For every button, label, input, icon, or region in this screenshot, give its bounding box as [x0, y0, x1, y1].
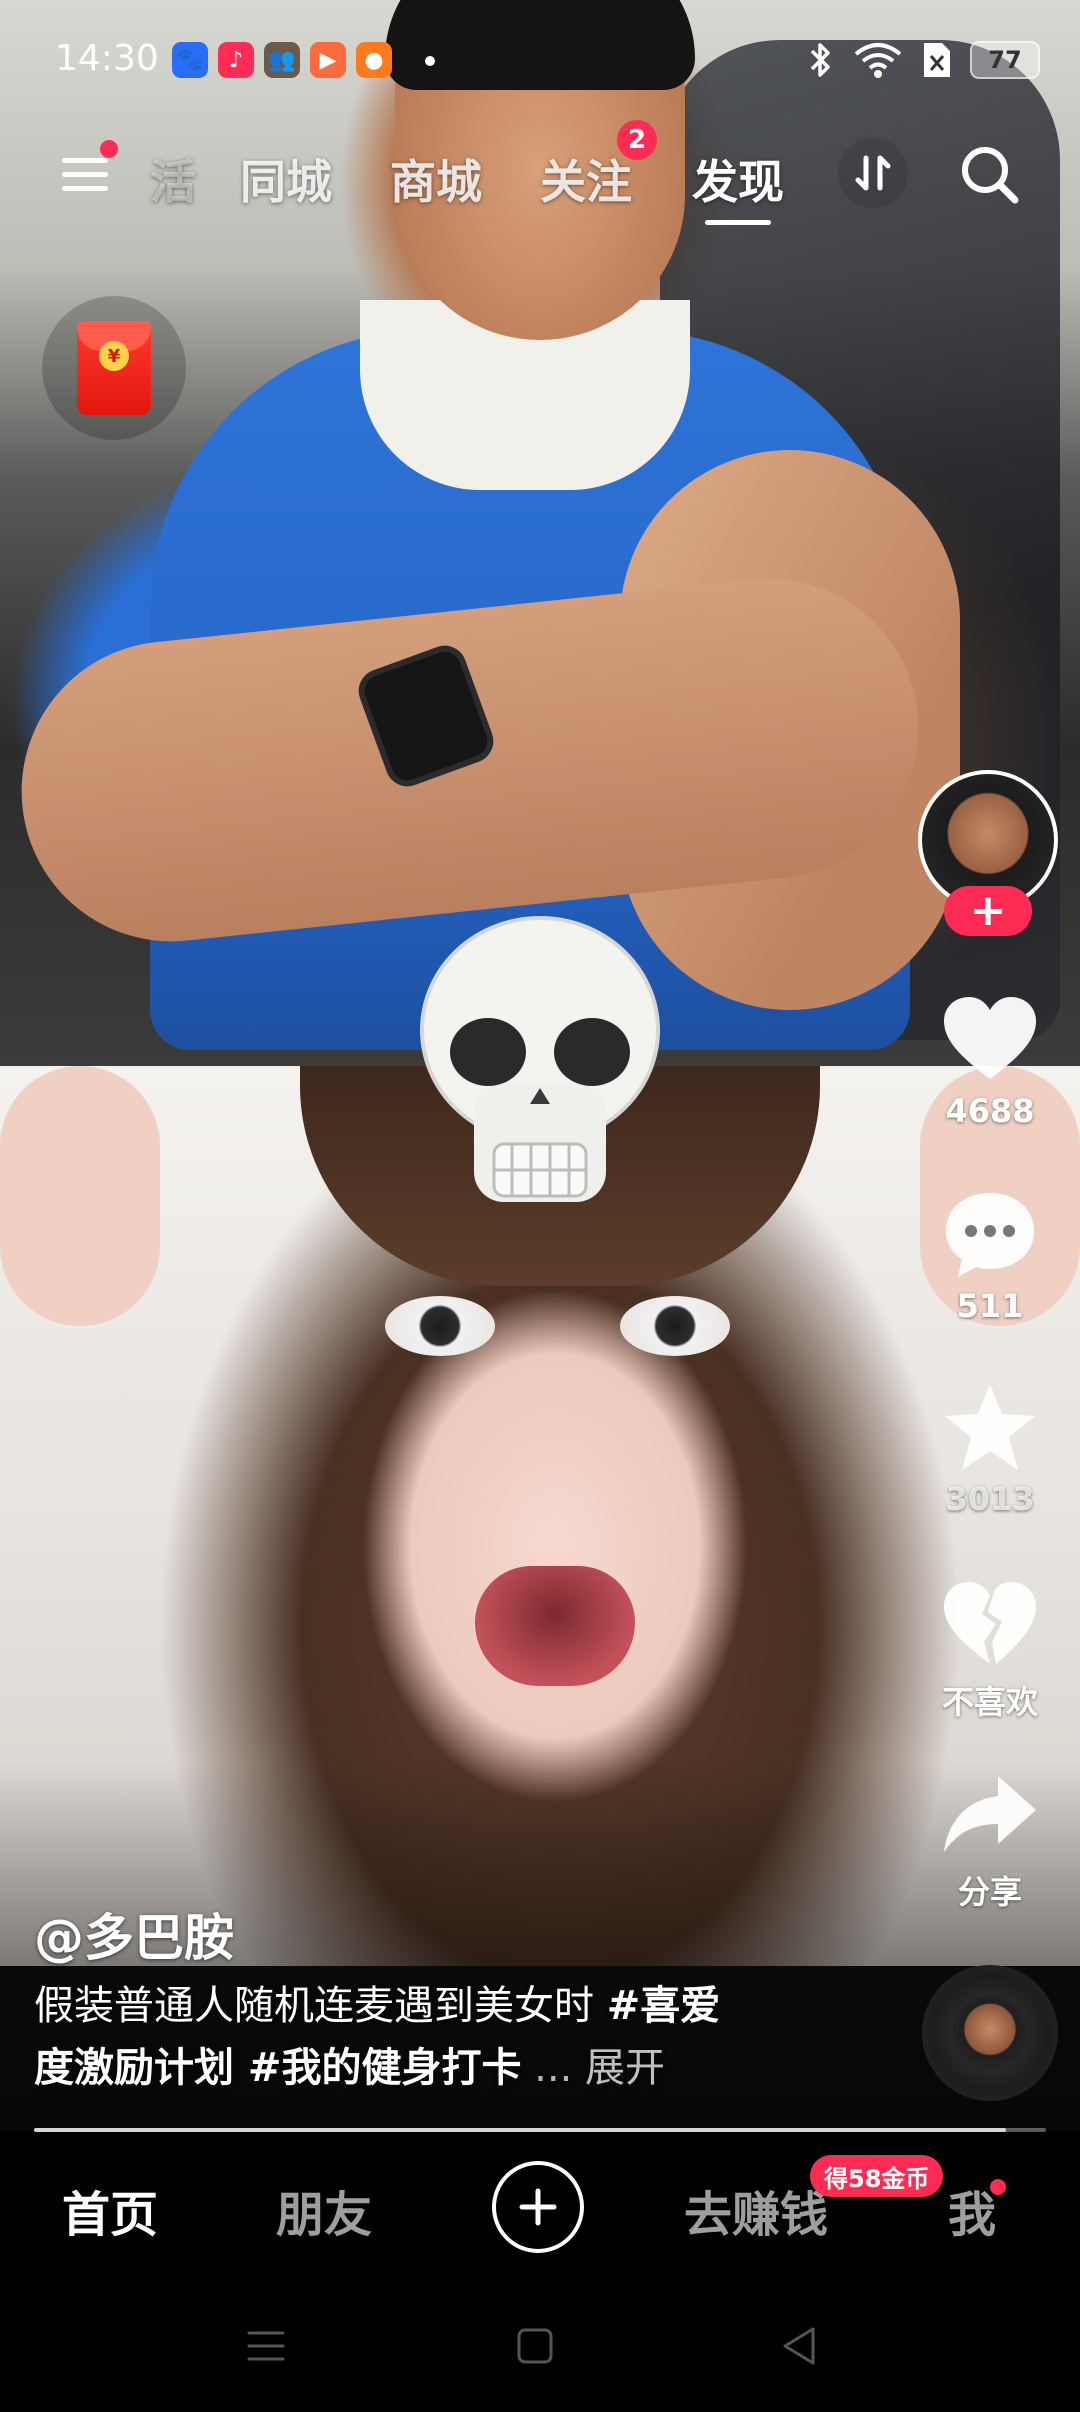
status-time: 14:30	[55, 38, 159, 79]
dislike-label: 不喜欢	[941, 1683, 1038, 1721]
video-progress-bar[interactable]	[34, 2128, 1046, 2132]
comment-bubble-icon	[946, 1193, 1034, 1277]
like-count: 4688	[945, 1092, 1035, 1130]
toutiao-app-icon: ▶	[310, 42, 346, 78]
bluetooth-icon	[810, 43, 830, 77]
me-notification-dot	[990, 2179, 1006, 2195]
skull-emoji-icon	[420, 916, 660, 1202]
caption-text: 假装普通人随机连麦遇到美女时	[34, 1983, 607, 2029]
heart-icon	[944, 997, 1036, 1079]
sort-arrows-icon	[855, 155, 891, 191]
star-icon	[945, 1384, 1035, 1470]
nav-home[interactable]: 首页	[62, 2175, 158, 2245]
like-action[interactable]: 4688	[920, 990, 1060, 1130]
more-notifications-dot	[425, 56, 435, 66]
kuaishou-app-icon: ●	[356, 42, 392, 78]
status-bar: 14:30 🐾 ♪ 👥 ▶ ● 77	[0, 0, 1080, 120]
tab-discover[interactable]: 发现	[692, 146, 784, 212]
tab-partial[interactable]: 活	[150, 146, 196, 212]
bottom-nav: 首页 朋友 去赚钱 得58金币 我	[0, 2133, 1080, 2283]
battery-indicator: 77	[970, 41, 1040, 79]
menu-notification-dot	[100, 140, 118, 158]
video-progress-fill	[34, 2128, 1006, 2132]
wifi-icon	[854, 43, 902, 78]
coin-reward-badge: 得58金币	[810, 2155, 944, 2197]
dislike-action[interactable]: 不喜欢	[920, 1575, 1060, 1723]
comment-action[interactable]: 511	[920, 1185, 1060, 1325]
follow-button[interactable]: +	[944, 886, 1032, 936]
share-arrow-icon	[944, 1776, 1036, 1852]
search-button[interactable]	[955, 140, 1025, 210]
author-name[interactable]: @多巴胺	[34, 1898, 234, 1970]
status-indicators: 77	[808, 40, 1040, 80]
left-hand	[0, 1066, 160, 1326]
left-eye	[385, 1296, 495, 1356]
comment-count: 511	[956, 1287, 1024, 1325]
home-square-icon[interactable]	[510, 2321, 560, 2371]
game-app-icon: 👥	[264, 42, 300, 78]
app-screen: 14:30 🐾 ♪ 👥 ▶ ● 77 活 同城 商城 关注 2 发现 ¥ + 4…	[0, 0, 1080, 2412]
sort-toggle-button[interactable]	[838, 138, 908, 208]
top-nav: 活 同城 商城 关注 2 发现	[0, 120, 1080, 230]
nav-me[interactable]: 我	[948, 2175, 996, 2245]
music-app-icon: ♪	[218, 42, 254, 78]
red-envelope-icon: ¥	[77, 321, 151, 415]
search-icon	[962, 147, 1019, 204]
tab-same-city[interactable]: 同城	[240, 146, 332, 212]
share-action[interactable]: 分享	[920, 1765, 1060, 1913]
tab-following[interactable]: 关注	[540, 146, 632, 212]
system-nav-bar	[0, 2283, 1080, 2412]
red-packet-button[interactable]: ¥	[42, 296, 186, 440]
nav-earn[interactable]: 去赚钱	[684, 2175, 828, 2245]
following-badge: 2	[617, 120, 657, 160]
baidu-app-icon: 🐾	[172, 42, 208, 78]
nav-friends[interactable]: 朋友	[276, 2175, 372, 2245]
right-eye	[620, 1296, 730, 1356]
open-mouth	[475, 1566, 635, 1686]
video-caption: 假装普通人随机连麦遇到美女时 #喜爱度激励计划 #我的健身打卡 ... 展开	[34, 1975, 754, 2099]
back-triangle-icon[interactable]	[775, 2321, 825, 2371]
recent-apps-icon[interactable]	[241, 2321, 291, 2371]
create-button[interactable]	[492, 2161, 584, 2253]
plus-icon	[519, 2188, 557, 2226]
caption-ellipsis: ...	[521, 2045, 573, 2091]
tab-mall[interactable]: 商城	[390, 146, 482, 212]
no-sim-icon	[924, 43, 950, 77]
music-disc-button[interactable]	[922, 1965, 1058, 2101]
notification-app-icons: 🐾 ♪ 👥 ▶ ●	[172, 42, 392, 78]
music-disc-cover	[953, 1996, 1027, 2070]
favorite-count: 3013	[945, 1480, 1035, 1518]
menu-button[interactable]	[60, 140, 118, 200]
active-tab-indicator	[705, 220, 771, 225]
favorite-action[interactable]: 3013	[920, 1378, 1060, 1518]
share-label: 分享	[957, 1873, 1022, 1911]
expand-caption-button[interactable]: 展开	[572, 2045, 665, 2091]
hashtag-link[interactable]: #我的健身打卡	[234, 2045, 522, 2091]
broken-heart-icon	[944, 1582, 1036, 1664]
